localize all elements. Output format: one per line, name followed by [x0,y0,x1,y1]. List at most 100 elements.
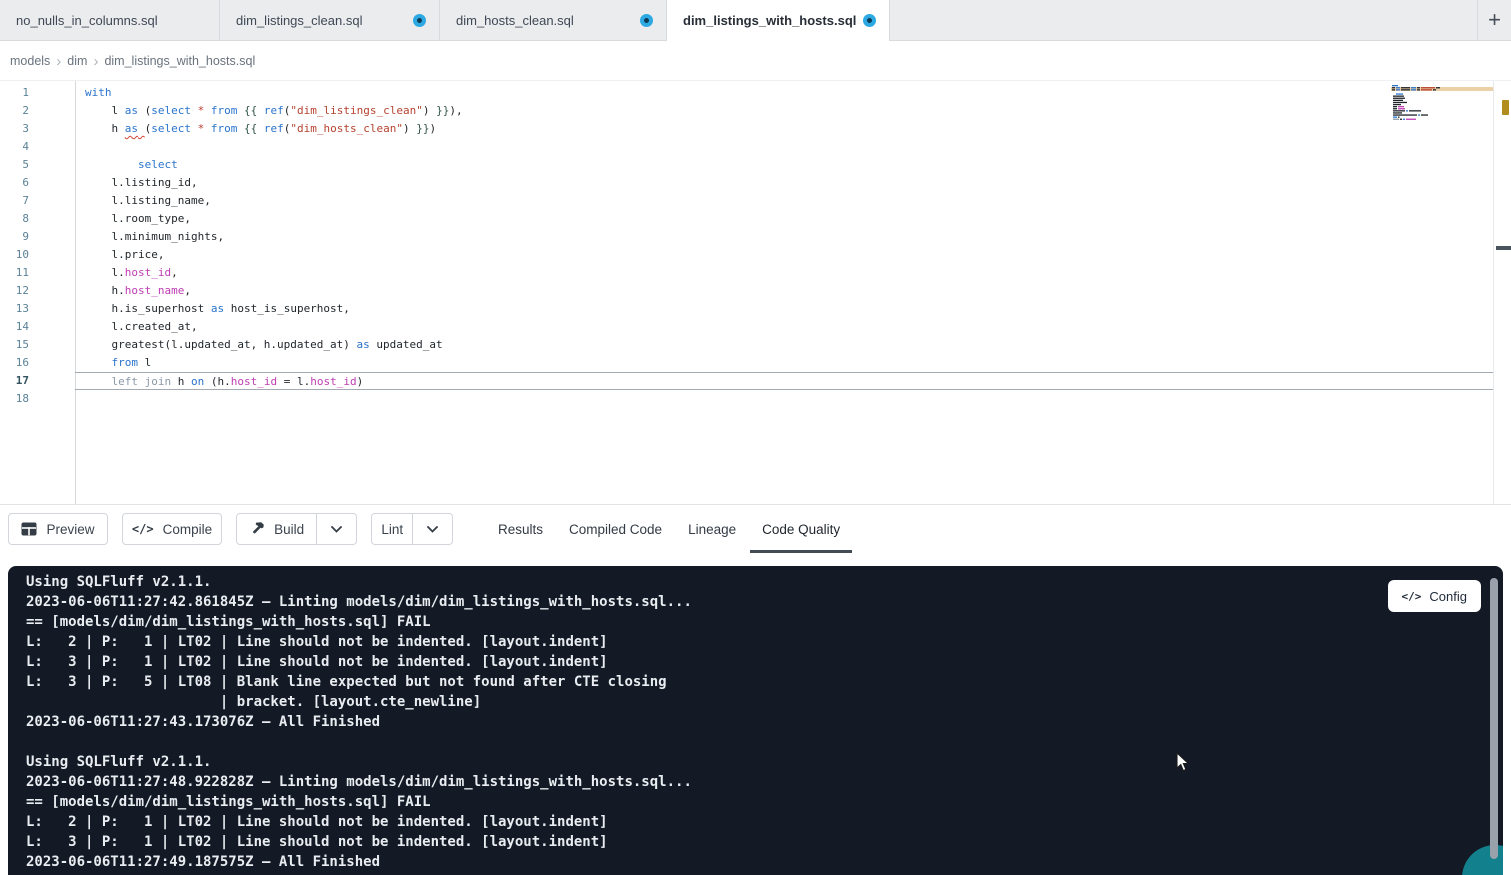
lint-dropdown-button[interactable] [412,514,452,544]
build-button-group: Build [236,513,357,545]
code-token: h. [85,284,125,297]
code-line-content: l.host_id, [75,264,1493,282]
code-line[interactable]: 14 l.created_at, [0,318,1493,336]
code-token: (h. [204,375,231,388]
code-line[interactable]: 11 l.host_id, [0,264,1493,282]
code-token: , [184,284,191,297]
code-lines: 1with2 l as (select * from {{ ref("dim_l… [0,84,1493,408]
code-token: host_is_superhost, [224,302,350,315]
code-token: ) [429,122,436,135]
panel-tabs: ResultsCompiled CodeLineageCode Quality [486,505,852,553]
panel-tab-code-quality[interactable]: Code Quality [750,505,852,553]
code-token: select [151,122,191,135]
code-token: host_id [231,375,277,388]
code-line[interactable]: 17 left join h on (h.host_id = l.host_id… [0,372,1493,390]
line-number: 10 [0,246,75,264]
breadcrumb-item[interactable]: dim [67,54,87,68]
code-token: left join [112,375,172,388]
code-line[interactable]: 9 l.minimum_nights, [0,228,1493,246]
build-button[interactable]: Build [237,514,316,544]
code-line-content: h as (select * from {{ ref("dim_hosts_cl… [75,120,1493,138]
code-line[interactable]: 7 l.listing_name, [0,192,1493,210]
line-number: 9 [0,228,75,246]
chevron-down-icon [427,526,438,533]
code-line[interactable]: 13 h.is_superhost as host_is_superhost, [0,300,1493,318]
code-line[interactable]: 16 from l [0,354,1493,372]
code-line[interactable]: 1with [0,84,1493,102]
code-token [257,104,264,117]
code-line[interactable]: 6 l.listing_id, [0,174,1493,192]
code-token: ) [423,104,436,117]
unsaved-changes-icon [640,14,653,27]
code-line-content: h.is_superhost as host_is_superhost, [75,300,1493,318]
code-line[interactable]: 10 l.price, [0,246,1493,264]
panel-tab-lineage[interactable]: Lineage [676,505,748,553]
code-token [85,158,138,171]
code-token: l.created_at, [85,320,198,333]
code-line-content: l.minimum_nights, [75,228,1493,246]
terminal-scrollbar[interactable] [1490,578,1498,859]
dbt-cloud-ide: { "colors": { "save_button": "#12727e", … [0,0,1511,875]
code-token: as [357,338,370,351]
minimap[interactable] [1390,84,1462,124]
code-line-content: l.listing_name, [75,192,1493,210]
tab-no_nulls_in_columns.sql[interactable]: no_nulls_in_columns.sql [0,0,220,40]
line-number: 6 [0,174,75,192]
tab-dim_hosts_clean.sql[interactable]: dim_hosts_clean.sql [440,0,667,40]
breadcrumb-item[interactable]: dim_listings_with_hosts.sql [104,54,255,68]
new-tab-button[interactable]: + [1488,9,1501,31]
code-token: l.room_type, [85,212,191,225]
code-token: ), [449,104,462,117]
build-dropdown-button[interactable] [316,514,356,544]
code-token: h.is_superhost [85,302,211,315]
compile-button[interactable]: </> Compile [122,513,222,545]
line-number: 5 [0,156,75,174]
bottom-toolbar: Preview </> Compile Build Lint [0,505,1511,553]
hammer-icon [249,521,265,537]
code-line[interactable]: 3 h as (select * from {{ ref("dim_hosts_… [0,120,1493,138]
lint-warning-marker[interactable] [1502,100,1509,115]
code-line[interactable]: 15 greatest(l.updated_at, h.updated_at) … [0,336,1493,354]
lint-button[interactable]: Lint [372,514,412,544]
code-token: "dim_listings_clean" [290,104,422,117]
breadcrumb-item[interactable]: models [10,54,50,68]
tab-dim_listings_clean.sql[interactable]: dim_listings_clean.sql [220,0,440,40]
line-number: 16 [0,354,75,372]
scroll-position-marker [1496,246,1511,250]
code-token: l [85,104,125,117]
code-line[interactable]: 18 [0,390,1493,408]
line-number: 11 [0,264,75,282]
code-line-content: left join h on (h.host_id = l.host_id) [75,372,1493,390]
code-line[interactable]: 2 l as (select * from {{ ref("dim_listin… [0,102,1493,120]
code-line-content: l.listing_id, [75,174,1493,192]
panel-tab-results[interactable]: Results [486,505,555,553]
preview-label: Preview [46,522,94,537]
line-number: 8 [0,210,75,228]
code-token: h [171,375,191,388]
panel-tab-compiled-code[interactable]: Compiled Code [557,505,674,553]
code-line[interactable]: 4 [0,138,1493,156]
code-token: , [171,266,178,279]
config-button[interactable]: </> Config [1388,580,1481,612]
tab-label: dim_listings_clean.sql [236,13,362,28]
unsaved-changes-icon [863,14,876,27]
code-line[interactable]: 12 h.host_name, [0,282,1493,300]
code-token: host_id [310,375,356,388]
code-token [257,122,264,135]
code-line[interactable]: 8 l.room_type, [0,210,1493,228]
code-editor[interactable]: 1with2 l as (select * from {{ ref("dim_l… [0,81,1511,505]
code-token: select [151,104,191,117]
code-line-content: h.host_name, [75,282,1493,300]
preview-button[interactable]: Preview [8,513,108,545]
code-token: l.listing_id, [85,176,198,189]
code-token: ref [264,104,284,117]
code-token: = l. [277,375,310,388]
code-token: ) [403,122,416,135]
tab-dim_listings_with_hosts.sql[interactable]: dim_listings_with_hosts.sql [667,0,890,41]
code-token: ref [264,122,284,135]
code-line-content: greatest(l.updated_at, h.updated_at) as … [75,336,1493,354]
chevron-right-icon: › [93,53,98,69]
line-number: 17 [0,372,75,390]
code-line[interactable]: 5 select [0,156,1493,174]
chevron-right-icon: › [56,53,61,69]
